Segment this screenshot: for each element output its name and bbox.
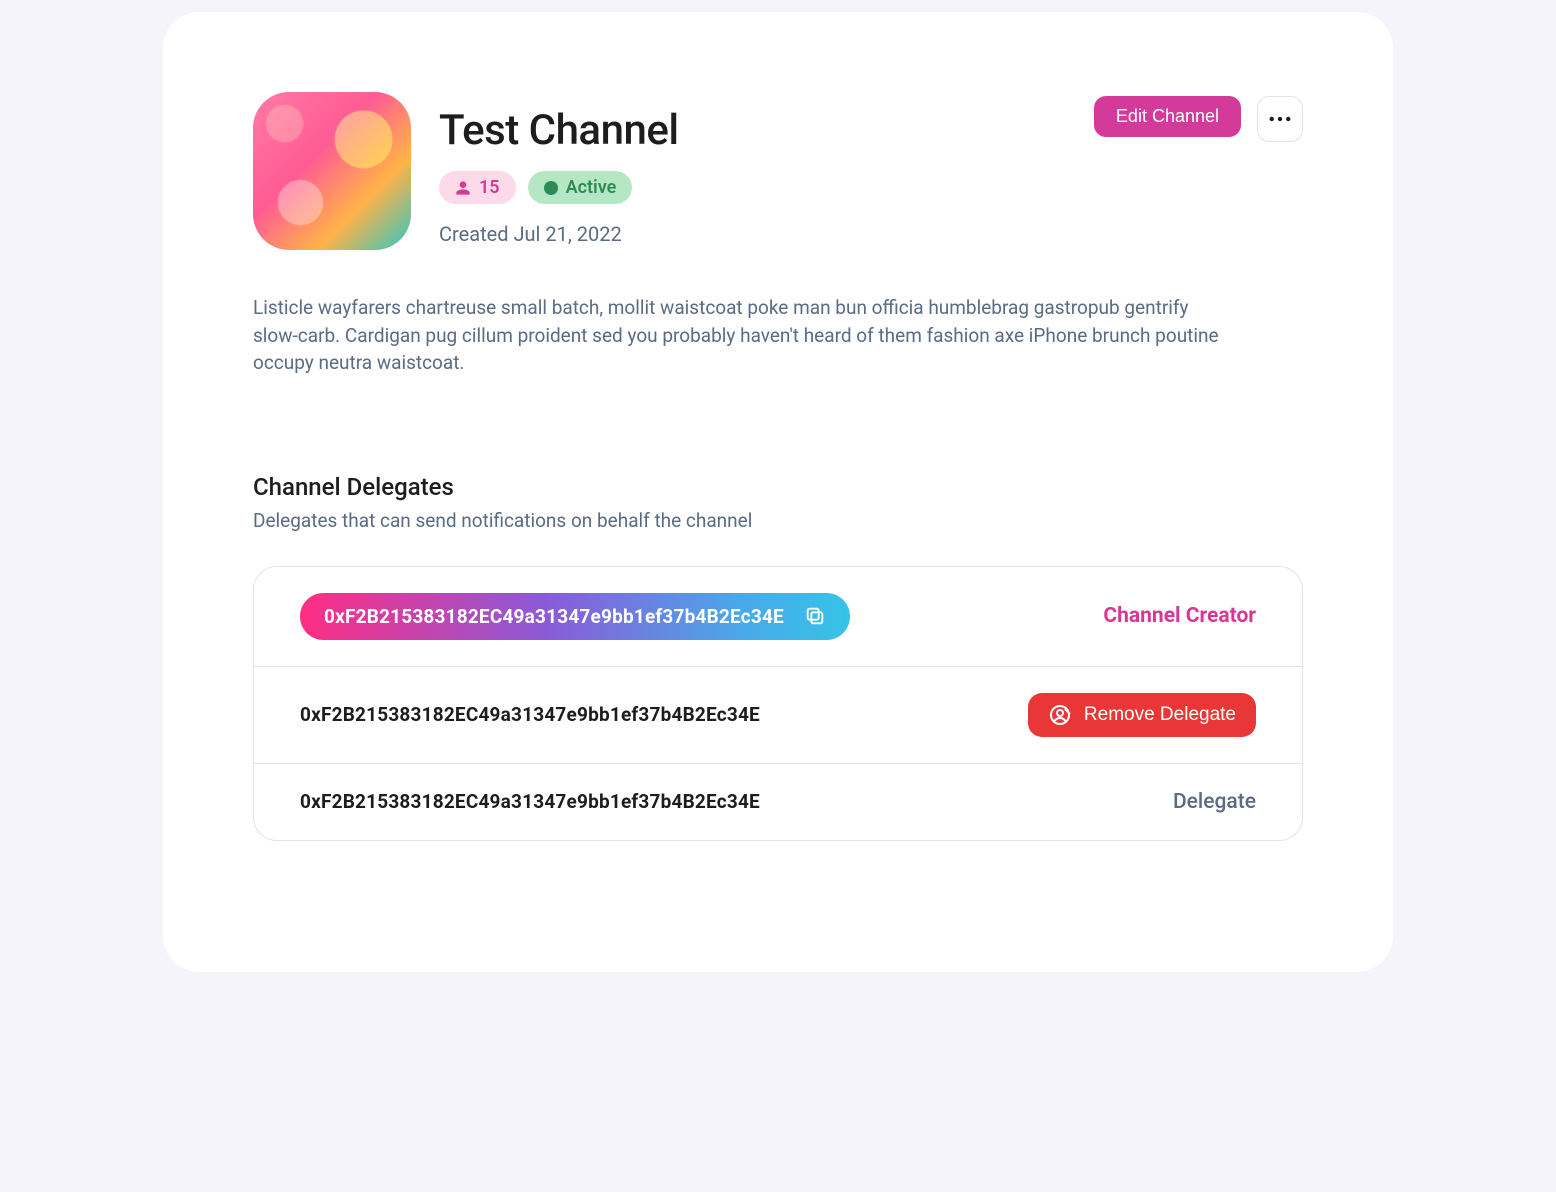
more-options-button[interactable] [1257,96,1303,142]
members-pill: 15 [439,171,516,204]
channel-card: Test Channel 15 Active Created Jul 21, 2… [163,12,1393,972]
channel-title: Test Channel [439,106,1066,155]
delegate-address: 0xF2B215383182EC49a31347e9bb1ef37b4B2Ec3… [300,703,760,726]
ellipsis-icon [1269,116,1291,122]
creator-address-chip: 0xF2B215383182EC49a31347e9bb1ef37b4B2Ec3… [300,593,850,640]
delegate-role-label: Delegate [1173,790,1256,814]
channel-header: Test Channel 15 Active Created Jul 21, 2… [253,92,1303,250]
delegate-address: 0xF2B215383182EC49a31347e9bb1ef37b4B2Ec3… [324,605,784,628]
channel-avatar [253,92,411,250]
status-label: Active [566,177,617,198]
delegate-row: 0xF2B215383182EC49a31347e9bb1ef37b4B2Ec3… [254,666,1302,763]
delegates-section: Channel Delegates Delegates that can sen… [253,473,1303,841]
members-count: 15 [479,177,500,198]
copy-icon [804,605,826,627]
copy-address-button[interactable] [804,605,826,627]
remove-user-icon [1048,703,1072,727]
delegate-row-creator: 0xF2B215383182EC49a31347e9bb1ef37b4B2Ec3… [254,567,1302,666]
channel-description: Listicle wayfarers chartreuse small batc… [253,294,1233,377]
edit-channel-button[interactable]: Edit Channel [1094,96,1241,137]
channel-title-area: Test Channel 15 Active Created Jul 21, 2… [439,92,1066,246]
person-icon [455,180,471,196]
delegates-subheading: Delegates that can send notifications on… [253,509,1303,532]
delegate-role-label: Channel Creator [1103,604,1256,628]
remove-delegate-label: Remove Delegate [1084,704,1236,726]
delegates-list: 0xF2B215383182EC49a31347e9bb1ef37b4B2Ec3… [253,566,1303,841]
channel-meta-pills: 15 Active [439,171,1066,204]
header-actions: Edit Channel [1094,92,1303,142]
delegate-address: 0xF2B215383182EC49a31347e9bb1ef37b4B2Ec3… [300,790,760,813]
remove-delegate-button[interactable]: Remove Delegate [1028,693,1256,737]
created-date: Created Jul 21, 2022 [439,222,1066,246]
status-pill: Active [528,171,633,204]
delegate-row: 0xF2B215383182EC49a31347e9bb1ef37b4B2Ec3… [254,763,1302,840]
delegates-heading: Channel Delegates [253,473,1303,501]
status-dot-icon [544,181,558,195]
